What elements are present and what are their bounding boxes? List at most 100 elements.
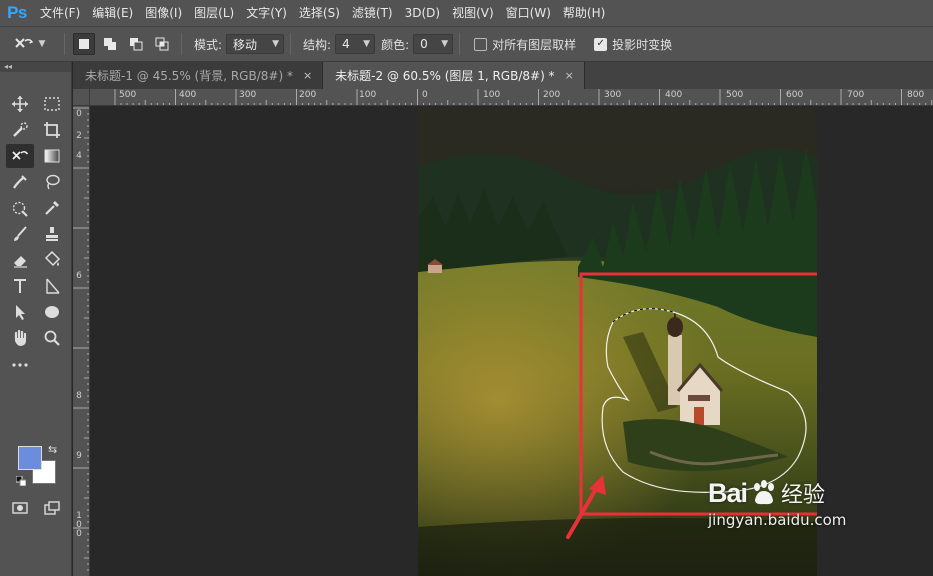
photoshop-logo: Ps xyxy=(7,3,27,22)
mode-value: 移动 xyxy=(233,37,258,52)
tools-panel: ◂◂ ⇆ xyxy=(0,62,72,576)
swap-colors-icon[interactable]: ⇆ xyxy=(48,443,57,456)
watermark-logo-text: Bai xyxy=(708,477,748,508)
new-selection-button[interactable] xyxy=(73,33,95,55)
foreground-color-swatch[interactable] xyxy=(18,446,42,470)
ruler-label: 200 xyxy=(543,90,561,100)
ruler-label: 2 xyxy=(76,131,82,141)
move-icon xyxy=(12,96,28,112)
paint-bucket-tool[interactable] xyxy=(38,248,66,272)
magic-selection-tool[interactable] xyxy=(6,196,34,220)
menu-filter[interactable]: 滤镜(T) xyxy=(346,0,399,26)
clone-stamp-tool[interactable] xyxy=(38,222,66,246)
tab-document-2[interactable]: 未标题-2 @ 60.5% (图层 1, RGB/8#) * × xyxy=(323,62,585,89)
menu-file[interactable]: 文件(F) xyxy=(34,0,86,26)
arrow-pointer-icon xyxy=(16,305,25,320)
healing-brush-icon xyxy=(13,175,27,189)
spot-healing-brush-tool[interactable] xyxy=(6,170,34,194)
menu-image[interactable]: 图像(I) xyxy=(139,0,188,26)
sample-all-layers-checkbox[interactable] xyxy=(474,37,488,51)
ruler-label: 8 xyxy=(76,391,82,401)
brush-tool[interactable] xyxy=(6,222,34,246)
ruler-label: 500 xyxy=(119,90,137,100)
marquee-tool[interactable] xyxy=(38,92,66,116)
screen-mode-button[interactable] xyxy=(38,496,66,520)
menu-layer[interactable]: 图层(L) xyxy=(188,0,240,26)
zoom-tool[interactable] xyxy=(38,326,66,350)
close-icon[interactable]: × xyxy=(303,69,312,82)
content-aware-move-icon xyxy=(12,150,29,160)
lasso-icon xyxy=(46,174,60,190)
mode-label: 模式: xyxy=(194,37,223,52)
ruler-label: 300 xyxy=(604,90,622,100)
lasso-tool[interactable] xyxy=(38,170,66,194)
ruler-label: 100 xyxy=(483,90,501,100)
structure-value: 4 xyxy=(342,37,350,51)
eyedropper-icon xyxy=(45,201,59,215)
menu-type[interactable]: 文字(Y) xyxy=(240,0,293,26)
ruler-label: 9 xyxy=(76,451,82,461)
ruler-label: 400 xyxy=(665,90,683,100)
menu-window[interactable]: 窗口(W) xyxy=(500,0,557,26)
ruler-ticks xyxy=(73,107,89,571)
panel-collapse-handle[interactable]: ◂◂ xyxy=(0,62,71,72)
edit-toolbar-button[interactable] xyxy=(6,352,34,376)
color-value: 0 xyxy=(420,37,428,51)
close-icon[interactable]: × xyxy=(565,69,574,82)
quick-mask-button[interactable] xyxy=(6,496,34,520)
add-selection-icon xyxy=(104,38,116,50)
horizontal-ruler[interactable]: 500 400 300 200 100 0 100 200 300 400 50… xyxy=(90,89,933,106)
ruler-label: 100 xyxy=(359,90,377,100)
gradient-icon xyxy=(44,149,60,163)
default-colors-icon[interactable] xyxy=(16,476,26,486)
gradient-tool[interactable] xyxy=(38,144,66,168)
ruler-origin[interactable] xyxy=(73,89,90,106)
path-selection-tool[interactable] xyxy=(38,274,66,298)
transform-on-drop-checkbox[interactable]: ✓ xyxy=(594,37,608,51)
menu-3d[interactable]: 3D(D) xyxy=(399,0,446,26)
menu-edit[interactable]: 编辑(E) xyxy=(86,0,139,26)
content-aware-move-tool[interactable] xyxy=(6,144,34,168)
crop-tool[interactable] xyxy=(38,118,66,142)
options-bar: ▼ 模式: 移动 ▼ 结构: 4 ▼ 颜色: 0 ▼ 对所有图层取样 ✓ 投影时… xyxy=(0,26,933,62)
mode-select[interactable]: 移动 ▼ xyxy=(226,34,285,54)
intersect-selection-icon xyxy=(155,37,169,51)
ruler-label: 800 xyxy=(907,90,925,100)
tool-preset-picker[interactable]: ▼ xyxy=(0,26,58,62)
rect-marquee-icon xyxy=(44,97,60,111)
menu-help[interactable]: 帮助(H) xyxy=(557,0,611,26)
color-select[interactable]: 0 ▼ xyxy=(413,34,454,54)
tab-document-1[interactable]: 未标题-1 @ 45.5% (背景, RGB/8#) * × xyxy=(73,62,324,89)
hand-tool[interactable] xyxy=(6,326,34,350)
menu-select[interactable]: 选择(S) xyxy=(293,0,346,26)
canvas-workspace[interactable]: Bai 经验 jingyan.baidu.com xyxy=(91,107,933,576)
subtract-selection-icon xyxy=(130,38,143,51)
ellipse-tool[interactable] xyxy=(38,300,66,324)
vertical-ruler[interactable]: 0 2 4 6 8 9 1 0 0 xyxy=(73,106,90,576)
menu-view[interactable]: 视图(V) xyxy=(446,0,500,26)
path-selection-icon xyxy=(46,278,60,294)
chevron-down-icon: ▼ xyxy=(441,39,449,49)
add-selection-button[interactable] xyxy=(99,33,121,55)
move-tool[interactable] xyxy=(6,92,34,116)
stamp-icon xyxy=(46,227,58,241)
eyedropper-tool[interactable] xyxy=(38,196,66,220)
ruler-label: 600 xyxy=(786,90,804,100)
separator xyxy=(459,33,461,55)
eraser-tool[interactable] xyxy=(6,248,34,272)
type-icon xyxy=(14,279,26,293)
baidu-watermark: Bai 经验 jingyan.baidu.com xyxy=(708,477,846,530)
intersect-selection-button[interactable] xyxy=(151,33,173,55)
quick-selection-tool[interactable] xyxy=(6,118,34,142)
direct-selection-tool[interactable] xyxy=(6,300,34,324)
checkmark-icon: ✓ xyxy=(596,38,605,49)
sample-all-layers-label: 对所有图层取样 xyxy=(492,37,577,52)
subtract-selection-button[interactable] xyxy=(125,33,147,55)
quick-mask-icon xyxy=(12,502,28,514)
structure-select[interactable]: 4 ▼ xyxy=(335,34,376,54)
zoom-icon xyxy=(44,330,60,346)
hand-icon xyxy=(14,329,27,346)
content-aware-move-icon xyxy=(14,38,33,48)
ruler-label: 1 0 0 xyxy=(76,511,82,539)
type-tool[interactable] xyxy=(6,274,34,298)
